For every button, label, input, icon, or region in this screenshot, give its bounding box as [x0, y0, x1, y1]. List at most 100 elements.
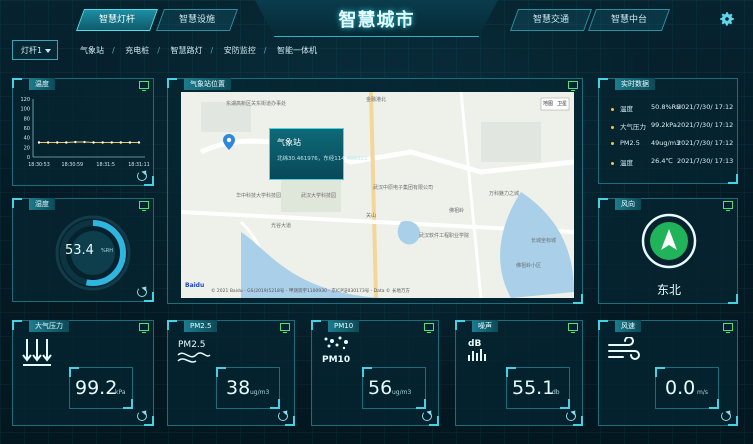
panel-title: 温度: [29, 78, 55, 90]
map-copyright: © 2021 Baidu - GS(2019)5218号 - 甲测资字11009…: [211, 289, 410, 294]
gear-icon[interactable]: [718, 10, 736, 28]
subnav-item-kiosk[interactable]: 智能一体机: [277, 46, 317, 55]
decibel-icon: dB: [468, 339, 486, 361]
data-point: [46, 141, 50, 144]
panel-title: 风速: [615, 320, 641, 332]
refresh-icon[interactable]: [137, 171, 147, 181]
pressure-value: 99.2: [75, 377, 118, 399]
y-tick-label: 100: [20, 107, 30, 113]
panel-title: PM2.5: [184, 320, 218, 332]
tab-smart-traffic[interactable]: 智慧交通: [509, 9, 593, 31]
tab-smart-facility[interactable]: 智慧设施: [155, 9, 239, 31]
subnav-separator: /: [210, 46, 214, 55]
pm10-unit: ug/m3: [392, 389, 412, 396]
page-title: 智慧城市: [338, 10, 415, 31]
monitor-icon[interactable]: [139, 323, 149, 333]
pm25-icon: PM2.5: [177, 340, 211, 363]
location-pin-icon[interactable]: [223, 134, 235, 150]
data-point: [128, 141, 132, 144]
refresh-icon[interactable]: [137, 287, 147, 297]
wind-speed-value: 0.0: [665, 377, 696, 399]
pressure-panel: 大气压力 99.2 kPa: [12, 320, 154, 426]
refresh-icon[interactable]: [137, 411, 147, 421]
wind-direction-panel: 风向 东北: [598, 198, 738, 304]
map-label: 武汉大学科技园: [301, 193, 337, 199]
tab-smart-platform[interactable]: 智慧中台: [587, 9, 671, 31]
map-label: 武汉中原电子集团有限公司: [373, 185, 434, 191]
map-type-button[interactable]: 地图: [543, 100, 553, 107]
map-label: 长城坐标城: [531, 238, 557, 244]
temperature-line-chart: 0 20 40 60 80 100 120 18:30:53 18:30:59 18:31:5 18…: [20, 97, 149, 168]
monitor-icon[interactable]: [424, 323, 434, 333]
data-point: [37, 141, 41, 144]
data-point: [74, 140, 77, 144]
subnav-separator: /: [112, 46, 115, 55]
monitor-icon[interactable]: [139, 201, 149, 211]
svg-text:PM10: PM10: [322, 355, 350, 365]
data-point: [55, 141, 59, 144]
data-point: [83, 140, 86, 144]
subnav-item-streetlight[interactable]: 智慧路灯: [171, 46, 203, 55]
pm25-panel: PM2.5 PM2.5 38 ug/m3: [167, 320, 295, 426]
pressure-unit: kPa: [115, 389, 126, 396]
subnav-separator: /: [157, 46, 160, 55]
realtime-row: 温度 26.4℃ 2021/7/30/ 17:13: [611, 157, 733, 167]
map-info-popup: 气象站 北纬30.461976，东经114.406322: [269, 128, 368, 180]
panel-title: 噪声: [472, 320, 498, 332]
wind-icon: [608, 337, 640, 360]
series-line: [39, 141, 139, 143]
x-tick-label: 18:31:5: [96, 162, 115, 168]
popup-coords: 北纬30.461976，东经114.406322: [277, 156, 368, 162]
monitor-icon[interactable]: [139, 81, 149, 91]
pm10-value: 56: [368, 377, 393, 399]
y-tick-label: 40: [24, 136, 30, 142]
baidu-map[interactable]: 东湖高新区关东街道办事处 金融港北 武汉大学科技园 武汉中原电子集团有限公司 佛…: [181, 92, 574, 298]
baidu-logo: Baidu: [185, 282, 205, 289]
humidity-gauge-panel: 湿度 53.4 %RH: [12, 198, 154, 302]
refresh-icon[interactable]: [721, 411, 731, 421]
subnav-separator: /: [263, 46, 267, 55]
subnav: 气象站 / 充电桩 / 智慧路灯 / 安防监控 / 智能一体机: [80, 45, 325, 56]
realtime-row: 温度 50.8%RH 2021/7/30/ 17:12: [611, 103, 733, 113]
temperature-chart-panel: 温度 0 20 40 60 80 100 120 18:30:53 18:30:59 18:31:…: [12, 78, 154, 186]
pm10-icon: PM10: [322, 336, 350, 365]
map-label: 华中科技大学科技园: [236, 193, 282, 199]
panel-title: PM10: [328, 320, 360, 332]
humidity-unit: %RH: [101, 248, 113, 254]
pm25-value: 38: [226, 377, 251, 399]
panel-title: 大气压力: [29, 320, 69, 332]
refresh-icon[interactable]: [422, 411, 432, 421]
noise-panel: 噪声 dB 55.1 db: [455, 320, 583, 426]
monitor-icon[interactable]: [568, 323, 578, 333]
tab-smart-pole[interactable]: 智慧灯杆: [75, 9, 159, 31]
map-label: 关山: [366, 213, 377, 219]
refresh-icon[interactable]: [278, 411, 288, 421]
map-label: 东湖高新区关东街道办事处: [226, 101, 287, 107]
refresh-icon[interactable]: [566, 411, 576, 421]
subnav-item-weather[interactable]: 气象站: [80, 46, 104, 55]
panel-title: 风向: [615, 198, 641, 210]
svg-text:dB: dB: [468, 339, 481, 349]
wind-direction-value: 东北: [657, 283, 682, 297]
header: 智慧城市 智慧灯杆 智慧设施 智慧交通 智慧中台: [0, 0, 753, 37]
y-tick-label: 60: [24, 126, 30, 132]
device-dropdown[interactable]: 灯杆1: [12, 40, 58, 60]
humidity-value: 53.4: [65, 243, 94, 258]
x-tick-label: 18:30:53: [28, 162, 50, 168]
map-label: 金融港北: [366, 97, 387, 103]
data-point: [119, 141, 123, 144]
y-tick-label: 0: [27, 155, 30, 161]
wind-speed-panel: 风速 0.0 m/s: [598, 320, 738, 426]
realtime-row: 大气压力 99.2kPa 2021/7/30/ 17:12: [611, 121, 733, 131]
subnav-item-charging[interactable]: 充电桩: [125, 46, 149, 55]
monitor-icon[interactable]: [280, 323, 290, 333]
map-label: 万科魅力之城: [489, 191, 520, 197]
x-tick-label: 18:30:59: [62, 162, 84, 168]
satellite-type-button[interactable]: 卫星: [557, 100, 567, 107]
monitor-icon[interactable]: [723, 323, 733, 333]
monitor-icon[interactable]: [723, 201, 733, 211]
monitor-icon[interactable]: [568, 81, 578, 91]
panel-title: 实时数据: [615, 78, 655, 90]
map-label: 佛祖岭: [449, 208, 465, 214]
subnav-item-security[interactable]: 安防监控: [224, 46, 256, 55]
